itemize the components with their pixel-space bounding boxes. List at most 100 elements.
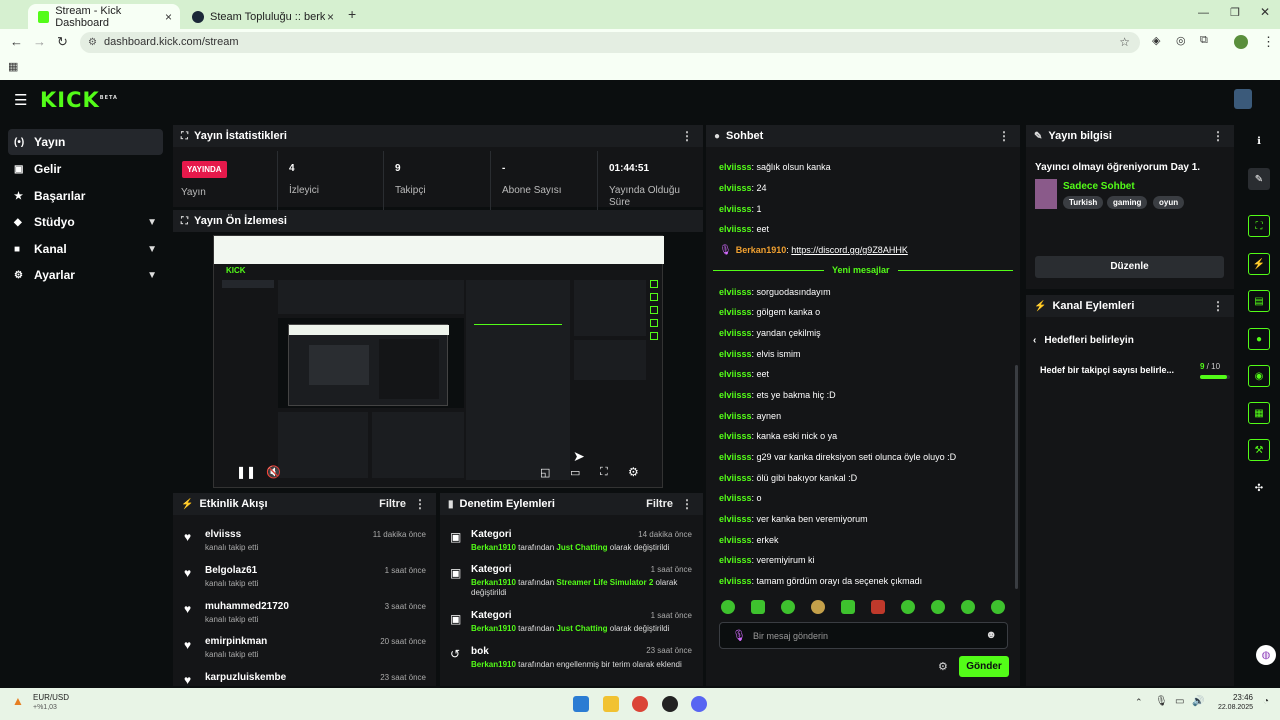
close-tab-icon[interactable]: × — [165, 10, 172, 24]
lightning-icon[interactable]: ⚡ — [1248, 253, 1270, 275]
chrome-icon[interactable] — [632, 696, 648, 712]
player-settings-icon[interactable]: ⚙ — [628, 465, 639, 479]
ticker-label[interactable]: EUR/USD — [33, 693, 69, 702]
sidebar-item-basarilar[interactable]: ★ Başarılar — [8, 183, 163, 209]
emote-icon[interactable] — [721, 600, 735, 614]
tab-steam[interactable]: Steam Topluluğu :: berkany1910 × — [182, 4, 342, 29]
notifications-icon[interactable]: ◔ — [1263, 696, 1269, 707]
extension-shield-icon[interactable]: ◈ — [1152, 34, 1160, 47]
apps-grid-icon[interactable]: ▦ — [8, 60, 18, 73]
video-player[interactable]: KICK ❚❚ 🔇 ◱ ▭ ⛶ ⚙ — [213, 235, 664, 488]
edit-pencil-icon[interactable]: ✎ — [1248, 168, 1270, 190]
sidebar-item-ayarlar[interactable]: ⚙ Ayarlar ▼ — [8, 262, 163, 288]
pause-icon[interactable]: ❚❚ — [236, 465, 256, 479]
activity-username[interactable]: Belgolaz61 — [205, 565, 257, 576]
info-icon[interactable]: ℹ — [1248, 130, 1270, 152]
maximize-button[interactable]: ❐ — [1230, 6, 1240, 19]
emote-icon[interactable] — [811, 600, 825, 614]
discord-link[interactable]: https://discord.gg/g9Z8AHHK — [791, 245, 908, 255]
fullscreen-icon[interactable]: ⛶ — [600, 466, 608, 479]
clock-date[interactable]: 22.08.2025 — [1210, 704, 1253, 711]
stream-info-menu-icon[interactable]: ⋮ — [1212, 129, 1224, 143]
sidebar-item-yayin[interactable]: (•) Yayın — [8, 129, 163, 155]
extensions-puzzle-icon[interactable]: ⧉ — [1200, 34, 1208, 47]
broadcast-icon[interactable]: ◉ — [1248, 365, 1270, 387]
new-tab-button[interactable]: + — [348, 6, 356, 22]
moderation-menu-icon[interactable]: ⋮ — [681, 497, 693, 511]
stack-icon[interactable]: ▦ — [1248, 402, 1270, 424]
windows-taskbar: ▲ EUR/USD +%1,03 ⌃ 🎙 ▭ 🔊 23:46 22.08.202… — [0, 688, 1280, 720]
activity-username[interactable]: karpuzluiskembe — [205, 672, 286, 683]
hamburger-menu-icon[interactable]: ☰ — [14, 91, 27, 109]
close-window-button[interactable]: ✕ — [1260, 5, 1270, 19]
chat-message: elviisss: eet — [719, 224, 770, 234]
close-tab-icon[interactable]: × — [327, 10, 334, 24]
network-icon[interactable]: ▭ — [1175, 696, 1184, 707]
address-bar[interactable]: ⚙ dashboard.kick.com/stream ☆ — [80, 32, 1140, 53]
emote-icon[interactable] — [871, 600, 885, 614]
url-text: dashboard.kick.com/stream — [104, 36, 239, 48]
pip-icon[interactable]: ◱ — [540, 466, 550, 479]
follower-goal-progress-fill — [1200, 375, 1227, 379]
activity-username[interactable]: emirpinkman — [205, 636, 267, 647]
activity-menu-icon[interactable]: ⋮ — [414, 497, 426, 511]
channel-actions-menu-icon[interactable]: ⋮ — [1212, 299, 1224, 313]
stat-subscribers: - Abone Sayısı — [491, 151, 598, 211]
emote-icon[interactable] — [901, 600, 915, 614]
activity-username[interactable]: elviisss — [205, 529, 241, 540]
clip-icon[interactable]: ⛶ — [1248, 215, 1270, 237]
obs-icon[interactable] — [662, 696, 678, 712]
bookmark-star-icon[interactable]: ☆ — [1119, 32, 1130, 53]
kick-logo[interactable]: KICKBETA — [40, 88, 118, 112]
user-avatar[interactable] — [1234, 89, 1252, 109]
emoji-picker-icon[interactable]: ☻ — [985, 629, 997, 641]
file-explorer-icon[interactable] — [603, 696, 619, 712]
list-icon[interactable]: ▤ — [1248, 290, 1270, 312]
plugins-icon[interactable]: ✣ — [1248, 477, 1270, 499]
tray-chevron-icon[interactable]: ⌃ — [1135, 697, 1143, 708]
theater-icon[interactable]: ▭ — [570, 466, 580, 479]
browser-menu-icon[interactable]: ⋮ — [1262, 34, 1275, 50]
chat-scrollbar[interactable] — [1015, 365, 1018, 589]
extension-icon[interactable]: ◎ — [1176, 34, 1186, 47]
windows-start-icon[interactable] — [573, 696, 589, 712]
site-info-icon[interactable]: ⚙ — [88, 32, 97, 53]
moderation-filter-button[interactable]: Filtre — [646, 498, 673, 510]
discord-icon[interactable] — [691, 696, 707, 712]
back-icon[interactable]: ← — [10, 34, 23, 49]
stats-menu-icon[interactable]: ⋮ — [681, 129, 693, 143]
reload-icon[interactable]: ↻ — [57, 34, 68, 50]
sidebar-item-kanal[interactable]: ■ Kanal ▼ — [8, 236, 163, 262]
chat-settings-icon[interactable]: ⚙ — [938, 660, 948, 673]
chat-menu-icon[interactable]: ⋮ — [998, 129, 1010, 143]
moderation-description: Berkan1910 tarafından engellenmiş bir te… — [471, 660, 682, 669]
wrench-icon[interactable]: ⚒ — [1248, 439, 1270, 461]
forward-icon[interactable]: → — [33, 34, 46, 49]
volume-icon[interactable]: 🔊 — [1192, 696, 1204, 707]
edit-button[interactable]: Düzenle — [1035, 256, 1224, 278]
emote-icon[interactable] — [931, 600, 945, 614]
clock-time[interactable]: 23:46 — [1225, 693, 1253, 702]
stream-stats-header: ⛶ Yayın İstatistikleri ⋮ — [173, 125, 703, 147]
category-link[interactable]: Sadece Sohbet — [1063, 181, 1135, 192]
activity-filter-button[interactable]: Filtre — [379, 498, 406, 510]
emote-icon[interactable] — [781, 600, 795, 614]
emote-icon[interactable] — [751, 600, 765, 614]
goals-back-button[interactable]: ‹ Hedefleri belirleyin — [1033, 335, 1134, 346]
chat-message: elviisss: ölü gibi bakıyor kankal :D — [719, 473, 858, 483]
emote-icon[interactable] — [961, 600, 975, 614]
microphone-tray-icon[interactable]: 🎙 — [1155, 696, 1168, 707]
activity-username[interactable]: muhammed21720 — [205, 601, 289, 612]
mute-icon[interactable]: 🔇 — [266, 465, 281, 479]
emote-icon[interactable] — [841, 600, 855, 614]
profile-avatar[interactable] — [1234, 35, 1248, 49]
assistant-bubble-icon[interactable]: ◍ — [1256, 645, 1276, 665]
emote-icon[interactable] — [991, 600, 1005, 614]
chat-input[interactable]: 🎙 Bir mesaj gönderin ☻ — [719, 622, 1008, 649]
sidebar-item-gelir[interactable]: ▣ Gelir — [8, 156, 163, 182]
chat-bubble-icon[interactable]: ● — [1248, 328, 1270, 350]
minimize-button[interactable]: — — [1198, 7, 1209, 19]
send-button[interactable]: Gönder — [959, 656, 1009, 677]
sidebar-item-studyo[interactable]: ◆ Stüdyo ▼ — [8, 209, 163, 235]
tab-kick-dashboard[interactable]: Stream - Kick Dashboard × — [28, 4, 180, 29]
